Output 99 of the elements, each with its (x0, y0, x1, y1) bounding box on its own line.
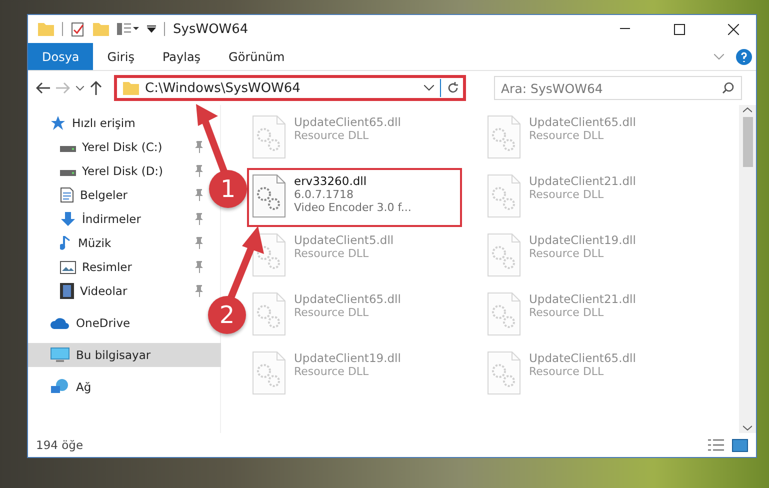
sidebar-label: Yerel Disk (D:) (82, 164, 164, 178)
monitor-icon (50, 347, 70, 363)
maximize-icon (674, 24, 684, 34)
gear-file-icon (487, 174, 521, 218)
search-field[interactable]: Ara: SysWOW64 (494, 76, 742, 100)
sidebar-item[interactable]: Belgeler (28, 183, 208, 207)
file-name: UpdateClient65.dll (529, 115, 636, 129)
file-detail: Resource DLL (294, 247, 370, 260)
pin-icon (194, 285, 204, 297)
sidebar-label: Yerel Disk (C:) (82, 140, 164, 154)
sidebar-label: Bu bilgisayar (76, 348, 152, 362)
file-name: UpdateClient65.dll (529, 351, 636, 365)
pin-icon (194, 165, 204, 177)
help-icon[interactable] (736, 48, 752, 64)
recent-dropdown[interactable] (76, 86, 84, 90)
search-icon (722, 82, 734, 94)
gear-file-icon (487, 115, 521, 159)
folder-icon (93, 22, 109, 36)
gear-file-icon (252, 174, 286, 218)
sidebar-item[interactable]: Bu bilgisayar (28, 343, 221, 367)
sidebar-label: Belgeler (80, 188, 129, 202)
refresh-icon[interactable] (447, 82, 459, 94)
pin-icon (194, 261, 204, 273)
up-button[interactable] (90, 81, 102, 95)
pin-icon (194, 237, 204, 249)
sidebar-item[interactable]: OneDrive (28, 311, 188, 335)
gear-file-icon (487, 292, 521, 336)
sidebar-item[interactable]: Yerel Disk (D:) (28, 159, 208, 183)
details-view-icon[interactable] (708, 439, 724, 451)
view-options-icon[interactable] (117, 22, 139, 36)
scrollbar-thumb[interactable] (742, 117, 752, 167)
file-item[interactable]: erv33260.dll 6.0.7.1718 Video Encoder 3.0 f... (247, 168, 462, 227)
down-arrow-icon (60, 211, 76, 227)
large-icons-view-icon[interactable] (732, 438, 748, 452)
gear-file-icon (487, 351, 521, 395)
sidebar-label: Hızlı erişim (72, 116, 136, 130)
file-detail: Resource DLL (529, 188, 605, 201)
chevron-icon[interactable] (424, 85, 434, 91)
sidebar-item[interactable]: Yerel Disk (C:) (28, 135, 208, 159)
folder-icon (38, 22, 54, 36)
file-name: UpdateClient5.dll (294, 233, 394, 247)
pin-icon (194, 141, 204, 153)
window-title: SysWOW64 (173, 22, 248, 36)
picture-icon (60, 260, 76, 274)
file-detail: Resource DLL (294, 306, 370, 319)
sidebar-label: Resimler (82, 260, 133, 274)
file-detail: Video Encoder 3.0 f... (294, 201, 412, 214)
file-name: UpdateClient21.dll (529, 174, 636, 188)
ribbon-tab[interactable]: Görünüm (214, 43, 299, 70)
sidebar-label: OneDrive (76, 316, 132, 330)
pin-icon (194, 213, 204, 225)
gear-file-icon (252, 115, 286, 159)
music-note-icon (60, 235, 72, 251)
file-detail: Resource DLL (529, 365, 605, 378)
film-icon (60, 283, 74, 299)
scrollbar[interactable] (739, 105, 756, 433)
gear-file-icon (252, 351, 286, 395)
sidebar-item[interactable]: Videolar (28, 279, 208, 303)
close-icon (728, 24, 738, 34)
file-name: UpdateClient65.dll (294, 115, 401, 129)
sidebar-item[interactable]: Ağ (28, 375, 188, 399)
gear-file-icon (487, 233, 521, 277)
minimize-icon (620, 28, 630, 30)
folder-icon (123, 81, 139, 95)
sidebar-item[interactable]: Resimler (28, 255, 208, 279)
cloud-icon (50, 317, 70, 329)
back-button[interactable] (36, 82, 50, 94)
sidebar-item[interactable]: Hızlı erişim (28, 111, 188, 135)
dropdown-icon[interactable] (147, 25, 156, 33)
file-detail: Resource DLL (529, 129, 605, 142)
ribbon-tab[interactable]: Giriş (93, 43, 148, 70)
pin-icon (194, 189, 204, 201)
file-detail: Resource DLL (529, 247, 605, 260)
file-detail: Resource DLL (529, 306, 605, 319)
item-count: 194 öğe (36, 438, 84, 452)
gear-file-icon (252, 292, 286, 336)
scroll-down-icon[interactable] (743, 425, 752, 431)
file-name: UpdateClient19.dll (294, 351, 401, 365)
file-name: erv33260.dll (294, 174, 368, 188)
properties-icon[interactable] (71, 22, 85, 36)
file-detail: 6.0.7.1718 (294, 188, 354, 201)
sidebar-item[interactable]: İndirmeler (28, 207, 208, 231)
ribbon-tab[interactable]: Paylaş (148, 43, 215, 70)
file-name: UpdateClient19.dll (529, 233, 636, 247)
document-icon (60, 187, 74, 203)
file-detail: Resource DLL (294, 129, 370, 142)
star-icon (50, 115, 66, 131)
network-icon (50, 379, 70, 395)
sidebar-label: Videolar (80, 284, 128, 298)
sidebar-label: İndirmeler (82, 212, 142, 226)
ribbon-tab[interactable]: Dosya (28, 43, 94, 70)
sidebar-label: Müzik (78, 236, 112, 250)
file-name: UpdateClient21.dll (529, 292, 636, 306)
sidebar-label: Ağ (76, 380, 92, 394)
scroll-up-icon[interactable] (743, 107, 752, 113)
sidebar-item[interactable]: Müzik (28, 231, 208, 255)
file-detail: Resource DLL (294, 365, 370, 378)
address-bar[interactable]: C:\Windows\SysWOW64 (114, 75, 466, 101)
file-name: UpdateClient65.dll (294, 292, 401, 306)
